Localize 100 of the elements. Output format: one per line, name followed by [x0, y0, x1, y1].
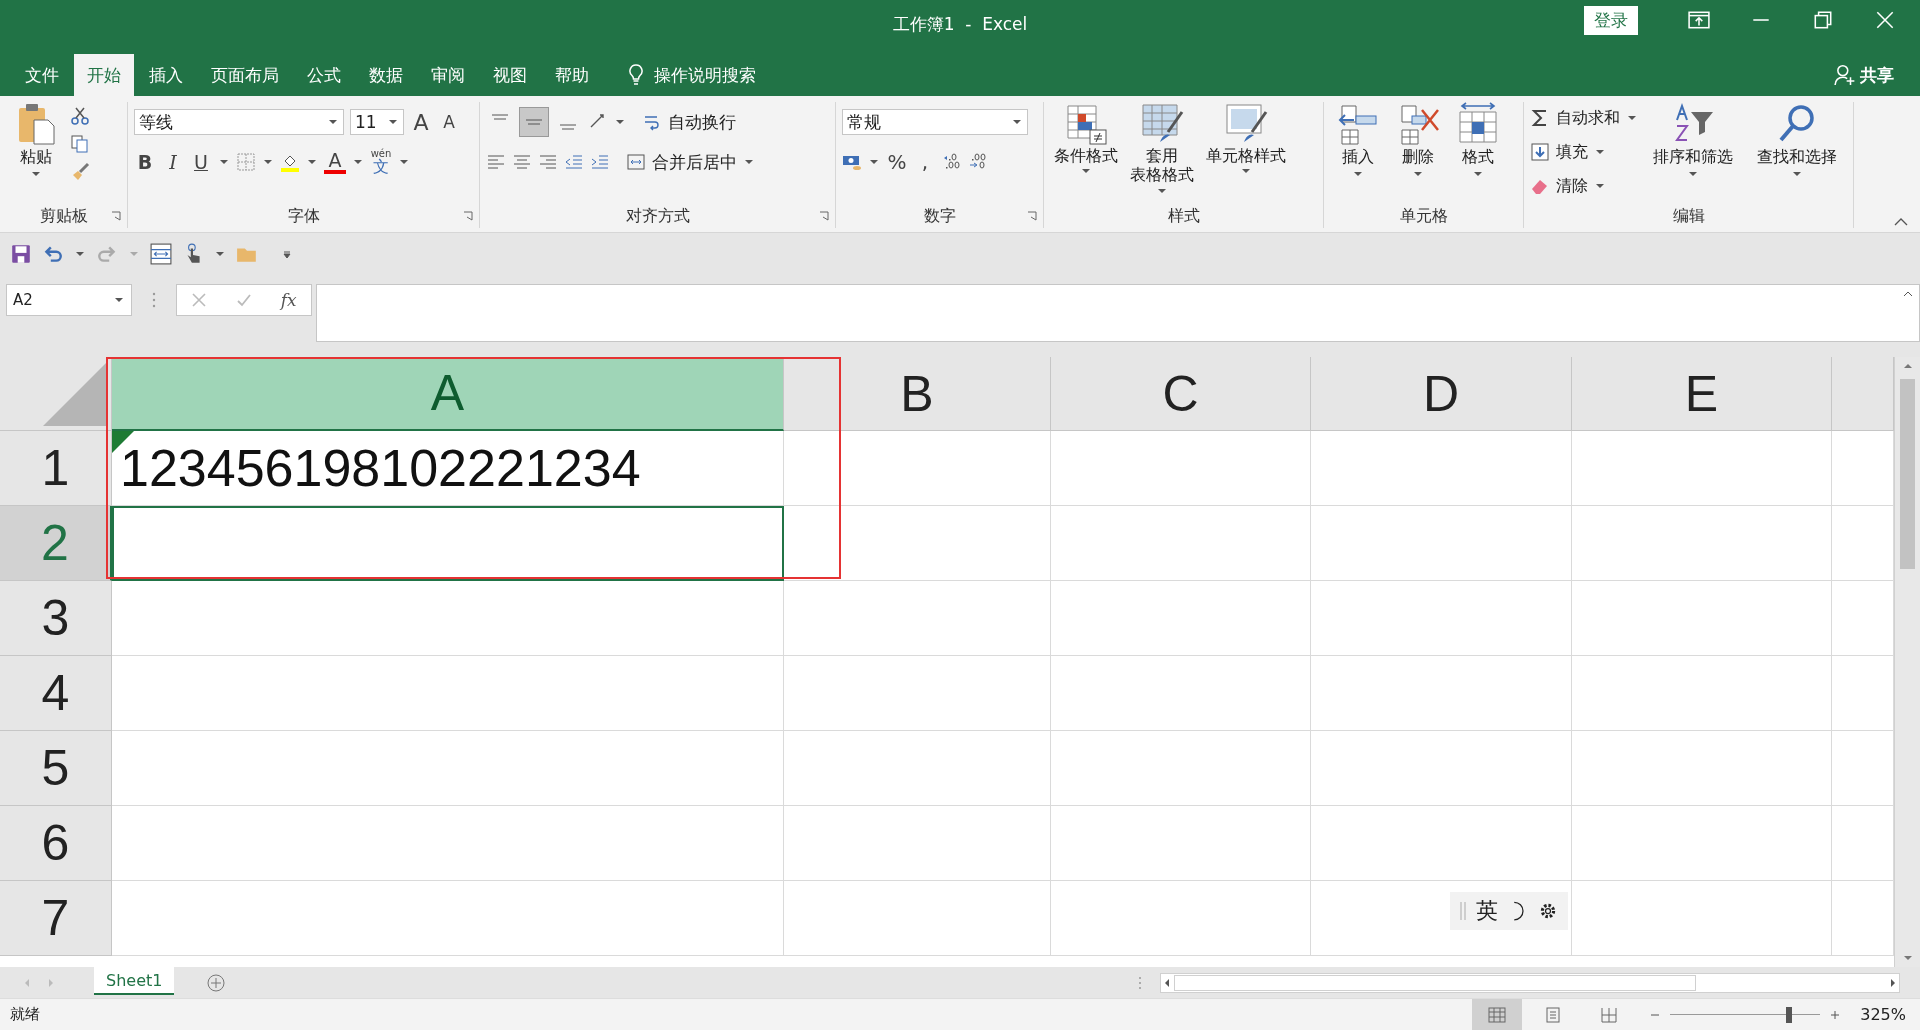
- ribbon-tab[interactable]: 公式: [294, 54, 354, 96]
- check-icon[interactable]: [236, 292, 253, 308]
- decrease-indent-icon[interactable]: [564, 152, 584, 172]
- column-header[interactable]: B: [784, 357, 1051, 431]
- table-cell[interactable]: [784, 656, 1051, 731]
- number-format-field[interactable]: 常规: [842, 109, 1028, 135]
- horizontal-scrollbar[interactable]: [1160, 972, 1900, 993]
- caret-icon[interactable]: [218, 157, 230, 167]
- table-cell[interactable]: [1311, 656, 1572, 731]
- share-button[interactable]: 共享: [1860, 63, 1894, 87]
- cells-button[interactable]: 插入: [1330, 102, 1386, 204]
- normal-view-button[interactable]: [1472, 999, 1523, 1030]
- ribbon-tab[interactable]: 开始: [74, 54, 134, 96]
- next-sheet-icon[interactable]: [48, 978, 54, 987]
- table-cell[interactable]: [1572, 806, 1832, 881]
- font-size-field[interactable]: 11: [350, 109, 404, 135]
- table-cell[interactable]: [112, 581, 784, 656]
- close-icon[interactable]: [1874, 11, 1896, 29]
- cancel-icon[interactable]: [191, 292, 208, 308]
- align-center-icon[interactable]: [512, 152, 532, 172]
- scroll-thumb[interactable]: [1900, 379, 1915, 569]
- caret-icon[interactable]: [1903, 291, 1913, 297]
- dialog-launcher-icon[interactable]: [1027, 211, 1037, 221]
- caret-icon[interactable]: [398, 157, 410, 167]
- font-color-button[interactable]: A: [324, 150, 346, 174]
- scroll-up-icon[interactable]: [1902, 363, 1913, 369]
- active-cell[interactable]: [112, 506, 784, 581]
- table-cell[interactable]: [112, 806, 784, 881]
- paste-button[interactable]: 粘贴: [6, 102, 66, 204]
- table-cell[interactable]: [784, 806, 1051, 881]
- caret-icon[interactable]: [868, 157, 880, 167]
- editing-button[interactable]: 填充: [1530, 138, 1639, 166]
- copy-icon[interactable]: [70, 134, 90, 154]
- styles-button[interactable]: 条件格式: [1050, 102, 1122, 204]
- zoom-level[interactable]: 325%: [1860, 1005, 1906, 1024]
- table-cell[interactable]: [1051, 581, 1311, 656]
- table-cell[interactable]: [1311, 506, 1572, 581]
- column-header[interactable]: [1832, 357, 1894, 431]
- wrap-text-button[interactable]: 自动换行: [668, 110, 736, 134]
- ribbon-tab[interactable]: 视图: [480, 54, 540, 96]
- table-cell[interactable]: [784, 581, 1051, 656]
- editing-button[interactable]: 排序和筛选: [1643, 102, 1743, 204]
- row-header[interactable]: 1: [0, 431, 112, 506]
- table-cell[interactable]: [112, 731, 784, 806]
- ribbon-tab[interactable]: 页面布局: [198, 54, 292, 96]
- table-cell[interactable]: [1311, 581, 1572, 656]
- cells-button[interactable]: 格式: [1450, 102, 1506, 204]
- formula-input[interactable]: [316, 284, 1920, 342]
- editing-button[interactable]: 查找和选择: [1747, 102, 1847, 204]
- scroll-left-icon[interactable]: [1164, 977, 1170, 988]
- customize-toolbar-icon[interactable]: [282, 249, 292, 259]
- table-cell[interactable]: [784, 506, 1051, 581]
- borders-icon[interactable]: [236, 152, 256, 172]
- align-left-icon[interactable]: [486, 152, 506, 172]
- ribbon-tab[interactable]: 文件: [12, 54, 72, 96]
- table-cell[interactable]: [1572, 656, 1832, 731]
- table-cell[interactable]: [112, 656, 784, 731]
- name-box[interactable]: A2: [6, 284, 132, 316]
- italic-button[interactable]: I: [162, 151, 184, 173]
- column-header[interactable]: C: [1051, 357, 1311, 431]
- table-cell[interactable]: [1051, 431, 1311, 506]
- shrink-font-button[interactable]: A: [438, 112, 460, 132]
- tell-me-search[interactable]: 操作说明搜索: [654, 63, 756, 87]
- column-header[interactable]: E: [1572, 357, 1832, 431]
- table-cell[interactable]: [1051, 731, 1311, 806]
- underline-button[interactable]: U: [190, 151, 212, 173]
- ribbon-tab[interactable]: 插入: [136, 54, 196, 96]
- zoom-slider-thumb[interactable]: [1785, 1006, 1792, 1023]
- table-cell[interactable]: [784, 731, 1051, 806]
- gear-icon[interactable]: [1538, 901, 1558, 921]
- row-header[interactable]: 6: [0, 806, 112, 881]
- table-cell[interactable]: [1572, 431, 1832, 506]
- caret-icon[interactable]: [743, 157, 755, 167]
- table-cell[interactable]: [1051, 506, 1311, 581]
- table-cell[interactable]: [1051, 806, 1311, 881]
- previous-sheet-icon[interactable]: [24, 978, 30, 987]
- table-cell[interactable]: [784, 881, 1051, 956]
- comma-button[interactable]: ,: [914, 150, 936, 174]
- add-sheet-icon[interactable]: [206, 972, 227, 993]
- percent-button[interactable]: %: [886, 150, 908, 174]
- grip-icon[interactable]: [1460, 902, 1466, 920]
- row-header[interactable]: 5: [0, 731, 112, 806]
- ribbon-tab[interactable]: 帮助: [542, 54, 602, 96]
- caret-icon[interactable]: [262, 157, 274, 167]
- sheet-tab[interactable]: Sheet1: [94, 967, 175, 995]
- ribbon-tab[interactable]: 数据: [356, 54, 416, 96]
- merge-center-button[interactable]: 合并后居中: [652, 150, 737, 174]
- table-cell[interactable]: 123456198102221234: [112, 431, 784, 506]
- table-cell[interactable]: [1311, 431, 1572, 506]
- lightbulb-icon[interactable]: [628, 64, 644, 86]
- dialog-launcher-icon[interactable]: [111, 211, 121, 221]
- column-header[interactable]: D: [1311, 357, 1572, 431]
- input-mode-label[interactable]: 英: [1476, 896, 1498, 926]
- table-cell[interactable]: [112, 881, 784, 956]
- styles-button[interactable]: 套用 表格格式: [1126, 102, 1198, 204]
- person-icon[interactable]: [1834, 64, 1856, 86]
- scroll-thumb[interactable]: [1174, 974, 1696, 991]
- table-cell[interactable]: [1051, 881, 1311, 956]
- scissors-icon[interactable]: [70, 106, 90, 126]
- phonetic-button[interactable]: wén 文: [370, 149, 392, 175]
